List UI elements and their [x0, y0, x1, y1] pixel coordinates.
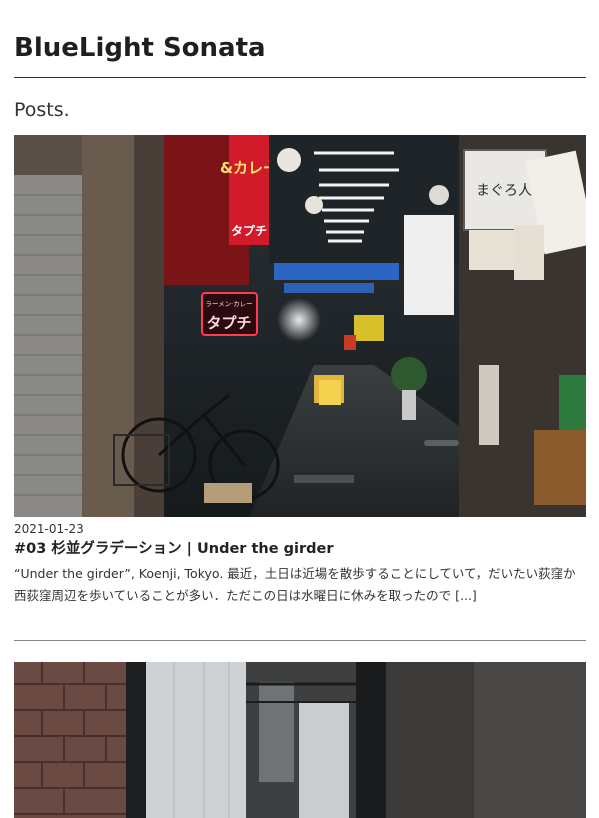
post-excerpt: “Under the girder”, Koenji, Tokyo. 最近，土日… [14, 566, 576, 603]
ramen-neon-sign: タプチ [206, 314, 251, 332]
alley-photo-2 [14, 662, 586, 818]
header-divider [14, 77, 586, 78]
maguro-sign: まぐろ人 [476, 183, 532, 199]
section-title: Posts. [14, 99, 70, 121]
curry-sign-sub: タプチ [231, 223, 267, 238]
site-header: BlueLight Sonata [14, 28, 586, 68]
post-divider [14, 640, 586, 641]
post-card [14, 662, 586, 818]
post-card: &カレー タプチ ラーメン·カレー タプチ まぐろ人 2021-01-23 #0… [14, 135, 586, 607]
ramen-small-sign: ラーメン·カレー [205, 300, 252, 308]
post-thumbnail-link[interactable] [14, 662, 586, 818]
page: BlueLight Sonata Posts. &カレー タプチ ラーメン·カレ… [0, 0, 599, 818]
post-title-link[interactable]: #03 杉並グラデーション | Under the girder [14, 539, 586, 559]
post-date: 2021-01-23 [14, 522, 84, 536]
site-title-link[interactable]: BlueLight Sonata [14, 28, 266, 68]
post-thumbnail-link[interactable]: &カレー タプチ ラーメン·カレー タプチ まぐろ人 [14, 135, 586, 517]
alley-photo: &カレー タプチ ラーメン·カレー タプチ まぐろ人 [14, 135, 586, 517]
